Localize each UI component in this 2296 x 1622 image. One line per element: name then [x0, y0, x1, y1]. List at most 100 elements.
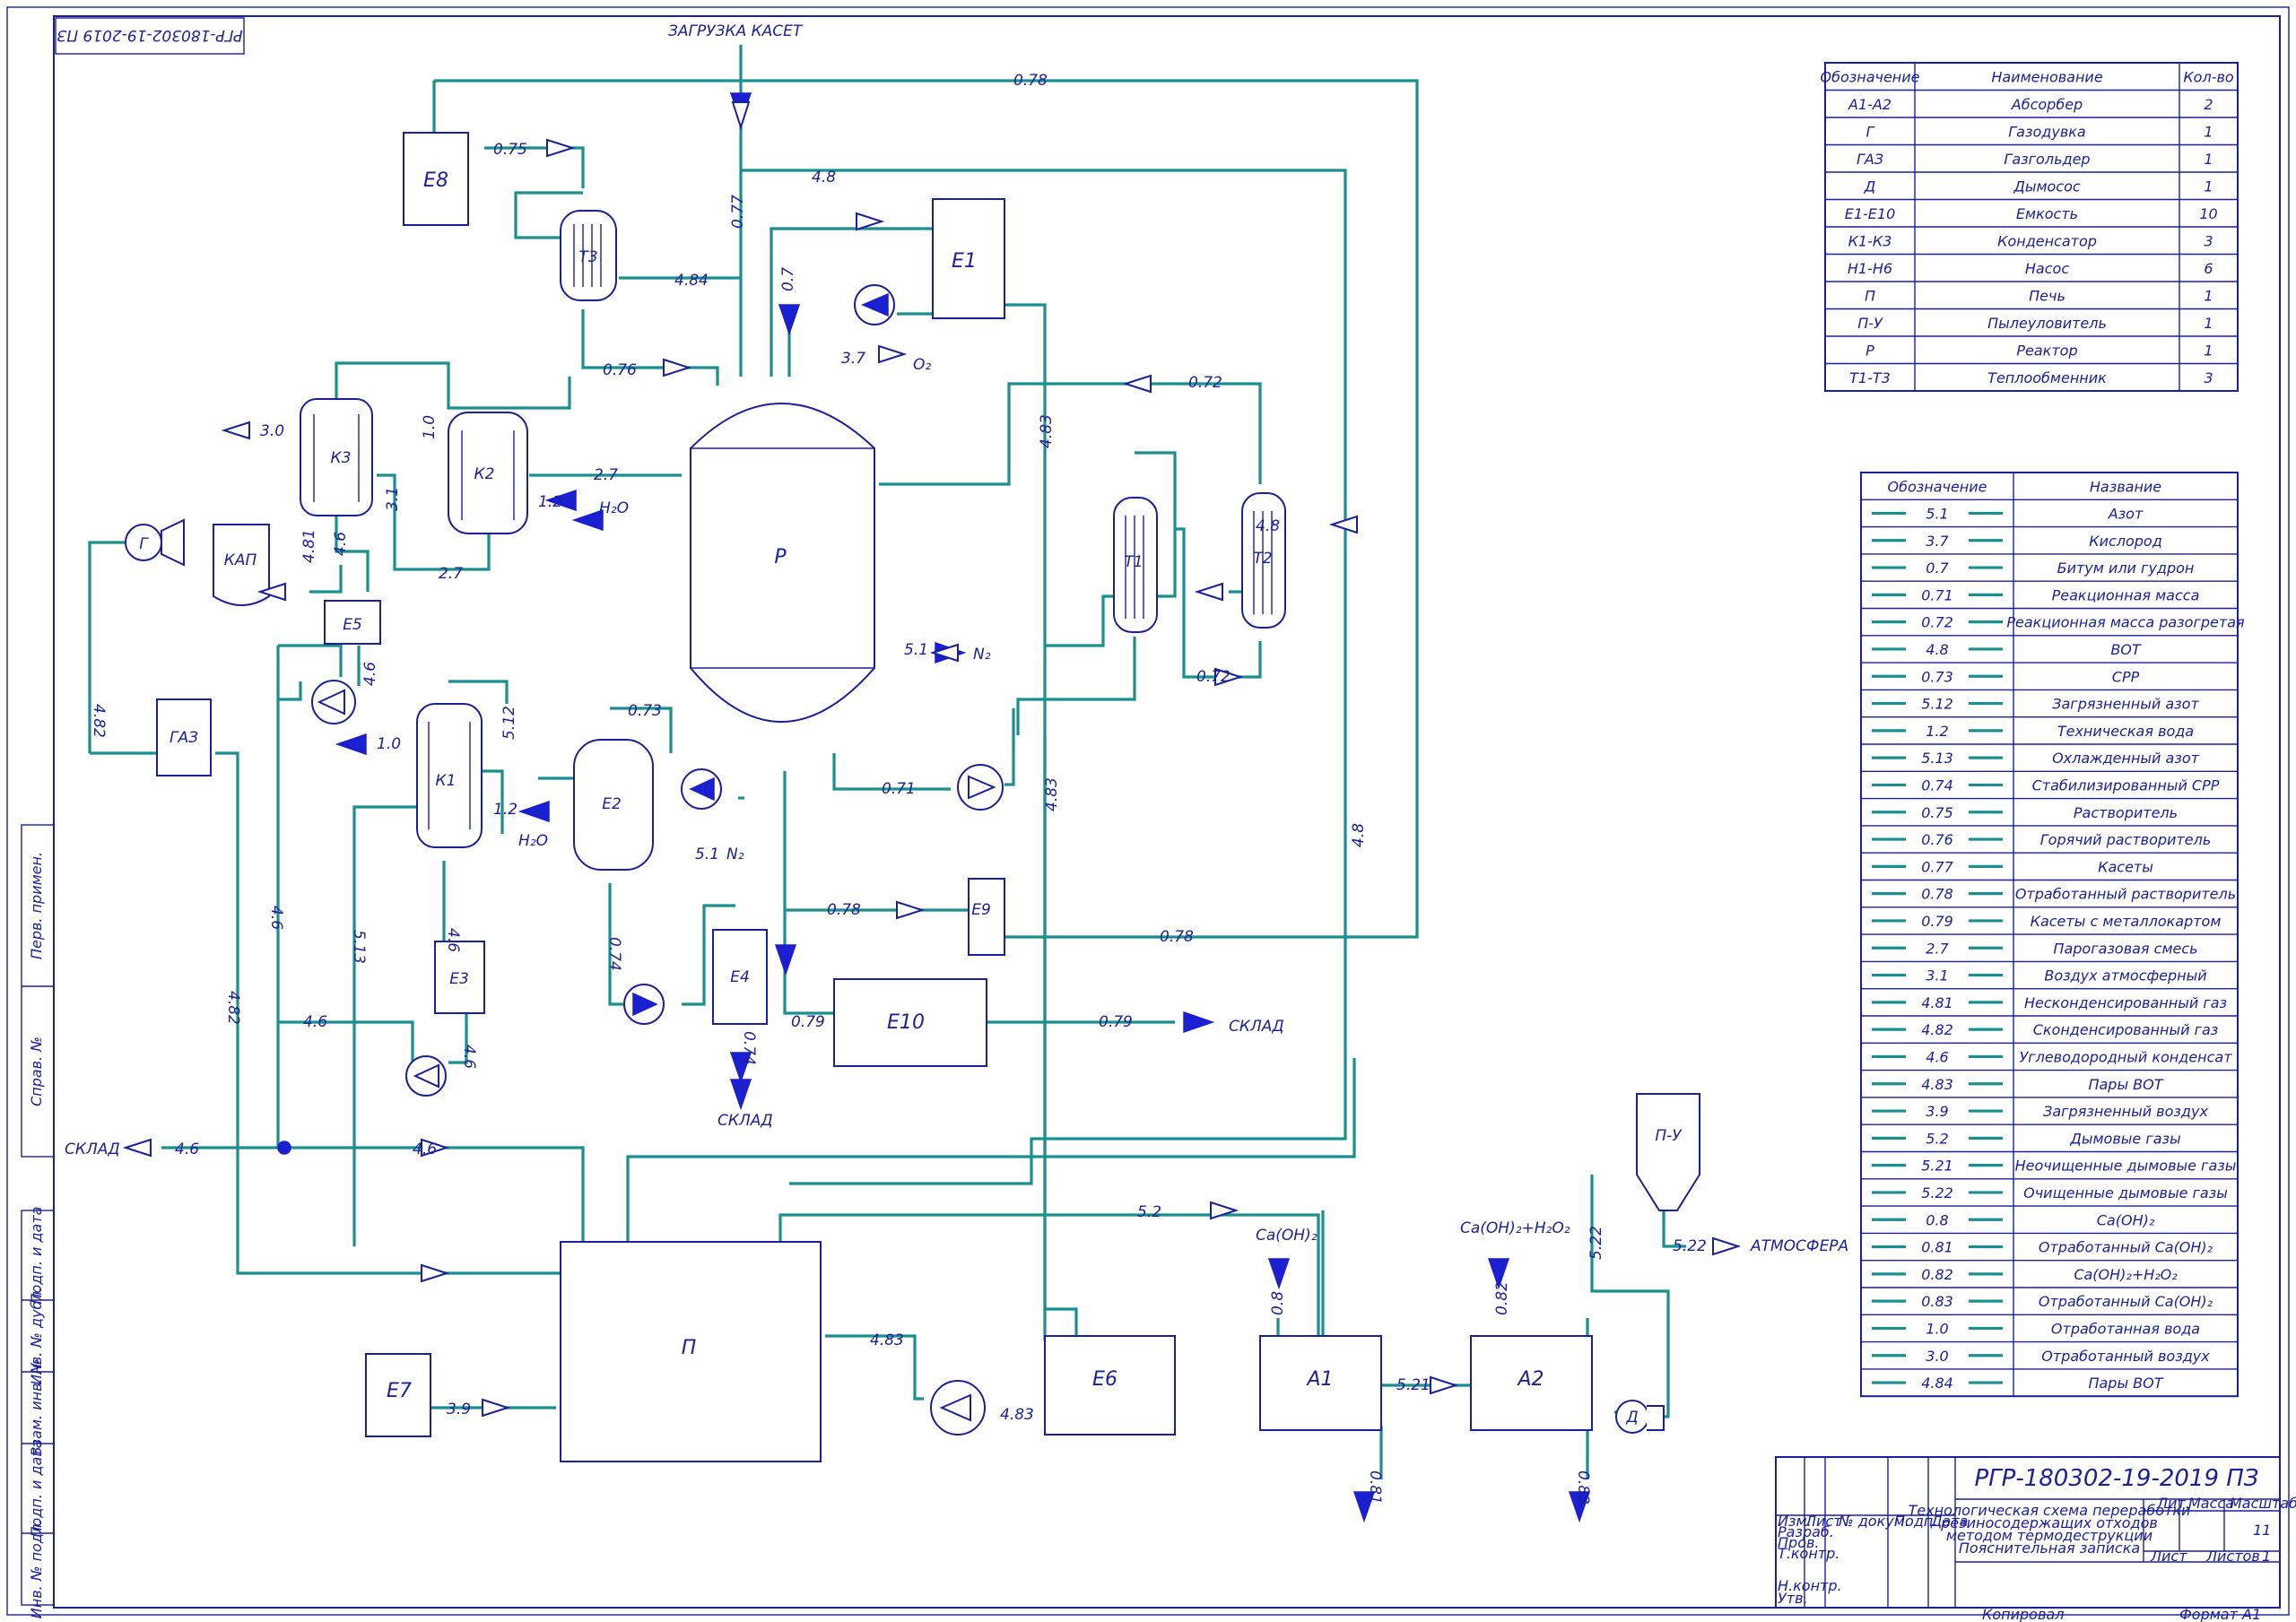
- stream-label-30: 3.0: [260, 422, 284, 440]
- stream-label-483-d: 4.83: [1000, 1406, 1034, 1424]
- dust-collector-pu-label: П-У: [1655, 1127, 1683, 1145]
- junction-node: [277, 1141, 291, 1155]
- stream-code-cell: 5.13: [1921, 750, 1953, 767]
- stream-code-cell: 5.21: [1921, 1158, 1953, 1175]
- stream-label-27-b: 2.7: [439, 565, 463, 583]
- stream-code-cell: 0.82: [1921, 1266, 1953, 1283]
- equipment-table-cell: Т1-Т3: [1849, 369, 1891, 386]
- stream-label-513: 5.13: [350, 930, 368, 964]
- stream-code-cell: 3.9: [1926, 1103, 1948, 1120]
- stream-name-cell: Битум или гудрон: [2057, 559, 2195, 577]
- stream-label-482-b: 4.82: [224, 991, 242, 1025]
- side-box-1: Перв. примен.: [28, 852, 45, 959]
- equipment-table-cell: Газодувка: [2008, 124, 2085, 141]
- stream-code-cell: 1.0: [1926, 1320, 1948, 1337]
- pump-h1: [854, 284, 895, 325]
- equipment-table-header: Кол-во: [2183, 69, 2234, 86]
- n2-label-a: N₂: [973, 646, 991, 664]
- equipment-table-cell: 1: [2204, 288, 2213, 305]
- pump-h5: [405, 1055, 447, 1097]
- stream-name-cell: Загрязненный воздух: [2043, 1103, 2208, 1120]
- sheets-count: 1: [2262, 1548, 2271, 1565]
- h2o-label-b: H₂O: [518, 832, 548, 850]
- pipelines: [88, 45, 1686, 1479]
- stream-code-cell: 0.73: [1921, 668, 1953, 685]
- equipment-table-cell: 3: [2204, 369, 2213, 386]
- role-tkontr: Т.контр.: [1778, 1545, 1839, 1562]
- vessel-e2-label: Е2: [602, 795, 622, 813]
- stream-label-078-mid: 0.78: [827, 901, 861, 919]
- stream-code-cell: 0.74: [1921, 776, 1953, 794]
- stream-name-cell: Несконденсированный газ: [2024, 994, 2227, 1011]
- stream-code-cell: 0.71: [1921, 586, 1953, 603]
- stream-code-cell: 5.22: [1921, 1184, 1953, 1201]
- condenser-k2-label: К2: [474, 465, 495, 483]
- stream-label-078-top: 0.78: [1013, 72, 1048, 90]
- left-side-boxes: Перв. примен. Справ. № Подп. и дата Инв.…: [21, 824, 55, 1618]
- stream-name-cell: Охлажденный азот: [2052, 750, 2200, 767]
- equipment-table-header: Обозначение: [1820, 69, 1919, 86]
- sklad-label-bottom: СКЛАД: [718, 1112, 773, 1130]
- stream-name-cell: Горячий растворитель: [2040, 831, 2212, 848]
- gasholder-gaz-label: ГАЗ: [170, 729, 198, 747]
- stream-label-079-a: 0.79: [791, 1013, 825, 1031]
- stream-label-46-c: 4.6: [267, 906, 285, 930]
- equipment-table-cell: 1: [2204, 315, 2213, 332]
- sklad-label-right: СКЛАД: [1229, 1018, 1284, 1036]
- equipment-table-cell: А1-А2: [1848, 96, 1892, 113]
- equipment-table-cell: ГАЗ: [1857, 151, 1883, 168]
- stream-name-cell: Растворитель: [2074, 804, 2178, 821]
- stream-label-07: 0.7: [779, 267, 797, 291]
- equipment-table-cell: Реактор: [2016, 343, 2077, 360]
- equipment-table-cell: Емкость: [2016, 205, 2078, 222]
- vessel-kap-label: КАП: [224, 551, 257, 569]
- equipment-table-cell: К1-К3: [1848, 233, 1892, 250]
- stream-label-46-g: 4.6: [175, 1141, 199, 1158]
- stream-name-cell: Азот: [2108, 505, 2144, 522]
- stream-code-cell: 2.7: [1926, 940, 1949, 957]
- stream-label-48-top: 4.8: [812, 169, 836, 186]
- stream-name-cell: СРР: [2112, 668, 2140, 685]
- stream-label-483-b: 4.83: [1043, 777, 1061, 811]
- stream-code-cell: 0.77: [1921, 858, 1953, 875]
- stream-label-075: 0.75: [493, 141, 527, 159]
- dust-collector-pu: П-У: [1636, 1093, 1700, 1211]
- stream-code-cell: 0.75: [1921, 804, 1953, 821]
- stream-code-cell: 1.2: [1926, 723, 1948, 740]
- stream-name-cell: Отработанный Ca(OH)₂: [2039, 1293, 2213, 1310]
- stream-code-cell: 0.8: [1926, 1211, 1948, 1228]
- stream-name-cell: Касеты с металлокартом: [2031, 913, 2222, 930]
- stream-label-079-b: 0.79: [1099, 1013, 1133, 1031]
- smoke-exhauster-d: Д: [1615, 1400, 1665, 1434]
- equipment-table-cell: Г: [1866, 124, 1875, 141]
- equipment-table-cell: 1: [2204, 151, 2213, 168]
- mass-label: Масса: [2188, 1495, 2234, 1512]
- side-box-7: Инв. № подл.: [28, 1520, 45, 1618]
- stream-label-482-a: 4.82: [90, 704, 108, 738]
- stream-code-cell: 4.83: [1921, 1076, 1953, 1093]
- stream-table-header: Обозначение: [1887, 478, 1987, 495]
- equipment-table: Обозначение Наименование Кол-во А1-А2 Абсорб…: [1820, 62, 2239, 392]
- stream-name-cell: Реакционная масса разогретая: [2006, 614, 2245, 631]
- stream-label-082: 0.82: [1493, 1281, 1511, 1315]
- stream-table: Обозначение Название 5.1 Азот 3.7 Кислород 0.7…: [1860, 472, 2245, 1398]
- stream-label-48-right: 4.8: [1350, 823, 1368, 847]
- pump-h7: [930, 1380, 986, 1436]
- stream-name-cell: Отработанный растворитель: [2015, 886, 2236, 903]
- stream-label-483-a: 4.83: [1038, 414, 1056, 448]
- stream-label-27-a: 2.7: [594, 466, 618, 484]
- stream-label-37: 3.7: [841, 350, 865, 368]
- stream-label-071: 0.71: [882, 780, 916, 798]
- stream-code-cell: 3.0: [1926, 1348, 1948, 1365]
- role-utv: Утв.: [1778, 1590, 1808, 1607]
- equipment-table-cell: Печь: [2029, 288, 2066, 305]
- stream-name-cell: ВОТ: [2110, 641, 2142, 658]
- condenser-k1-label: К1: [436, 772, 457, 790]
- stream-name-cell: Загрязненный азот: [2052, 696, 2199, 713]
- stream-label-46-d: 4.6: [444, 928, 462, 952]
- equipment-table-cell: 6: [2204, 260, 2213, 277]
- vessel-e4-label: Е4: [730, 968, 750, 986]
- pump-h3: [681, 768, 722, 810]
- absorber-a2-label: А2: [1516, 1368, 1544, 1391]
- equipment-table-cell: П-У: [1857, 315, 1883, 332]
